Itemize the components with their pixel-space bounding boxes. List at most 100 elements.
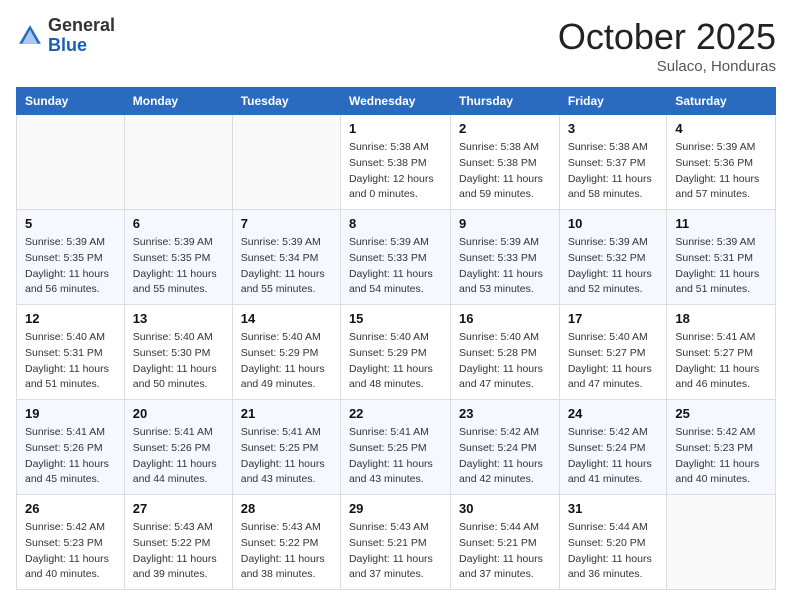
day-info: Sunrise: 5:40 AMSunset: 5:29 PMDaylight:… xyxy=(241,330,332,393)
sunrise-text: Sunrise: 5:39 AM xyxy=(568,235,659,251)
day-info: Sunrise: 5:42 AMSunset: 5:24 PMDaylight:… xyxy=(459,425,551,488)
sunrise-text: Sunrise: 5:40 AM xyxy=(459,330,551,346)
day-number: 16 xyxy=(459,311,551,326)
day-number: 5 xyxy=(25,216,116,231)
day-number: 21 xyxy=(241,406,332,421)
sunrise-text: Sunrise: 5:42 AM xyxy=(25,520,116,536)
daylight-text: Daylight: 11 hours and 42 minutes. xyxy=(459,457,551,489)
day-cell-3-3: 22Sunrise: 5:41 AMSunset: 5:25 PMDayligh… xyxy=(340,400,450,495)
sunset-text: Sunset: 5:27 PM xyxy=(675,346,767,362)
day-cell-2-4: 16 Sunrise: 5:40 AMSunset: 5:28 PMDayligh… xyxy=(451,305,560,400)
daylight-text: Daylight: 11 hours and 49 minutes. xyxy=(241,362,332,394)
sunrise-text: Sunrise: 5:41 AM xyxy=(25,425,116,441)
day-info: Sunrise: 5:38 AMSunset: 5:37 PMDaylight:… xyxy=(568,140,659,203)
sunrise-text: Sunrise: 5:40 AM xyxy=(349,330,442,346)
sunrise-text: Sunrise: 5:41 AM xyxy=(675,330,767,346)
month-title: October 2025 xyxy=(558,16,776,58)
daylight-text: Daylight: 11 hours and 58 minutes. xyxy=(568,172,659,204)
sunset-text: Sunset: 5:28 PM xyxy=(459,346,551,362)
day-number: 14 xyxy=(241,311,332,326)
day-info: Sunrise: 5:41 AMSunset: 5:25 PMDaylight:… xyxy=(349,425,442,488)
daylight-text: Daylight: 11 hours and 56 minutes. xyxy=(25,267,116,299)
daylight-text: Daylight: 11 hours and 41 minutes. xyxy=(568,457,659,489)
day-cell-2-3: 15 Sunrise: 5:40 AMSunset: 5:29 PMDayligh… xyxy=(340,305,450,400)
daylight-text: Daylight: 11 hours and 38 minutes. xyxy=(241,552,332,584)
day-number: 27 xyxy=(133,501,224,516)
daylight-text: Daylight: 11 hours and 47 minutes. xyxy=(459,362,551,394)
week-row-5: 26Sunrise: 5:42 AMSunset: 5:23 PMDayligh… xyxy=(17,495,776,590)
sunset-text: Sunset: 5:31 PM xyxy=(25,346,116,362)
daylight-text: Daylight: 11 hours and 51 minutes. xyxy=(675,267,767,299)
header-friday: Friday xyxy=(559,88,667,115)
daylight-text: Daylight: 11 hours and 45 minutes. xyxy=(25,457,116,489)
day-number: 10 xyxy=(568,216,659,231)
day-info: Sunrise: 5:40 AMSunset: 5:27 PMDaylight:… xyxy=(568,330,659,393)
sunrise-text: Sunrise: 5:39 AM xyxy=(133,235,224,251)
day-info: Sunrise: 5:39 AMSunset: 5:36 PMDaylight:… xyxy=(675,140,767,203)
sunrise-text: Sunrise: 5:43 AM xyxy=(133,520,224,536)
sunset-text: Sunset: 5:24 PM xyxy=(459,441,551,457)
logo-text: General Blue xyxy=(48,16,115,56)
sunset-text: Sunset: 5:20 PM xyxy=(568,536,659,552)
day-cell-2-0: 12Sunrise: 5:40 AMSunset: 5:31 PMDayligh… xyxy=(17,305,125,400)
day-number: 12 xyxy=(25,311,116,326)
day-cell-3-5: 24Sunrise: 5:42 AMSunset: 5:24 PMDayligh… xyxy=(559,400,667,495)
daylight-text: Daylight: 12 hours and 0 minutes. xyxy=(349,172,442,204)
sunrise-text: Sunrise: 5:40 AM xyxy=(25,330,116,346)
day-cell-1-1: 6 Sunrise: 5:39 AMSunset: 5:35 PMDaylight… xyxy=(124,210,232,305)
sunset-text: Sunset: 5:38 PM xyxy=(349,156,442,172)
day-info: Sunrise: 5:40 AMSunset: 5:28 PMDaylight:… xyxy=(459,330,551,393)
sunrise-text: Sunrise: 5:44 AM xyxy=(568,520,659,536)
sunset-text: Sunset: 5:24 PM xyxy=(568,441,659,457)
header-monday: Monday xyxy=(124,88,232,115)
day-info: Sunrise: 5:40 AMSunset: 5:29 PMDaylight:… xyxy=(349,330,442,393)
day-info: Sunrise: 5:39 AMSunset: 5:35 PMDaylight:… xyxy=(133,235,224,298)
day-number: 30 xyxy=(459,501,551,516)
day-number: 6 xyxy=(133,216,224,231)
day-cell-0-3: 1Sunrise: 5:38 AMSunset: 5:38 PMDaylight… xyxy=(340,115,450,210)
day-cell-2-5: 17Sunrise: 5:40 AMSunset: 5:27 PMDayligh… xyxy=(559,305,667,400)
sunrise-text: Sunrise: 5:39 AM xyxy=(241,235,332,251)
sunset-text: Sunset: 5:29 PM xyxy=(349,346,442,362)
sunrise-text: Sunrise: 5:41 AM xyxy=(133,425,224,441)
daylight-text: Daylight: 11 hours and 37 minutes. xyxy=(349,552,442,584)
day-cell-4-3: 29Sunrise: 5:43 AMSunset: 5:21 PMDayligh… xyxy=(340,495,450,590)
day-info: Sunrise: 5:43 AMSunset: 5:22 PMDaylight:… xyxy=(241,520,332,583)
day-info: Sunrise: 5:44 AMSunset: 5:21 PMDaylight:… xyxy=(459,520,551,583)
header-tuesday: Tuesday xyxy=(232,88,340,115)
sunset-text: Sunset: 5:35 PM xyxy=(25,251,116,267)
sunrise-text: Sunrise: 5:40 AM xyxy=(568,330,659,346)
sunset-text: Sunset: 5:22 PM xyxy=(133,536,224,552)
daylight-text: Daylight: 11 hours and 40 minutes. xyxy=(25,552,116,584)
week-row-1: 1Sunrise: 5:38 AMSunset: 5:38 PMDaylight… xyxy=(17,115,776,210)
location-subtitle: Sulaco, Honduras xyxy=(558,58,776,75)
daylight-text: Daylight: 11 hours and 55 minutes. xyxy=(241,267,332,299)
daylight-text: Daylight: 11 hours and 48 minutes. xyxy=(349,362,442,394)
day-number: 3 xyxy=(568,121,659,136)
sunset-text: Sunset: 5:31 PM xyxy=(675,251,767,267)
sunset-text: Sunset: 5:22 PM xyxy=(241,536,332,552)
day-number: 15 xyxy=(349,311,442,326)
sunrise-text: Sunrise: 5:38 AM xyxy=(349,140,442,156)
day-cell-0-6: 4Sunrise: 5:39 AMSunset: 5:36 PMDaylight… xyxy=(667,115,776,210)
day-cell-4-1: 27Sunrise: 5:43 AMSunset: 5:22 PMDayligh… xyxy=(124,495,232,590)
day-cell-1-2: 7Sunrise: 5:39 AMSunset: 5:34 PMDaylight… xyxy=(232,210,340,305)
sunset-text: Sunset: 5:21 PM xyxy=(459,536,551,552)
day-number: 7 xyxy=(241,216,332,231)
daylight-text: Daylight: 11 hours and 37 minutes. xyxy=(459,552,551,584)
page-header: General Blue October 2025 Sulaco, Hondur… xyxy=(16,16,776,75)
day-info: Sunrise: 5:39 AMSunset: 5:35 PMDaylight:… xyxy=(25,235,116,298)
day-cell-3-0: 19Sunrise: 5:41 AMSunset: 5:26 PMDayligh… xyxy=(17,400,125,495)
sunset-text: Sunset: 5:21 PM xyxy=(349,536,442,552)
sunrise-text: Sunrise: 5:39 AM xyxy=(349,235,442,251)
header-saturday: Saturday xyxy=(667,88,776,115)
logo-icon xyxy=(16,22,44,50)
day-cell-1-4: 9Sunrise: 5:39 AMSunset: 5:33 PMDaylight… xyxy=(451,210,560,305)
sunset-text: Sunset: 5:25 PM xyxy=(241,441,332,457)
sunrise-text: Sunrise: 5:39 AM xyxy=(675,235,767,251)
day-cell-0-4: 2Sunrise: 5:38 AMSunset: 5:38 PMDaylight… xyxy=(451,115,560,210)
sunset-text: Sunset: 5:32 PM xyxy=(568,251,659,267)
sunset-text: Sunset: 5:36 PM xyxy=(675,156,767,172)
daylight-text: Daylight: 11 hours and 47 minutes. xyxy=(568,362,659,394)
day-cell-3-6: 25Sunrise: 5:42 AMSunset: 5:23 PMDayligh… xyxy=(667,400,776,495)
